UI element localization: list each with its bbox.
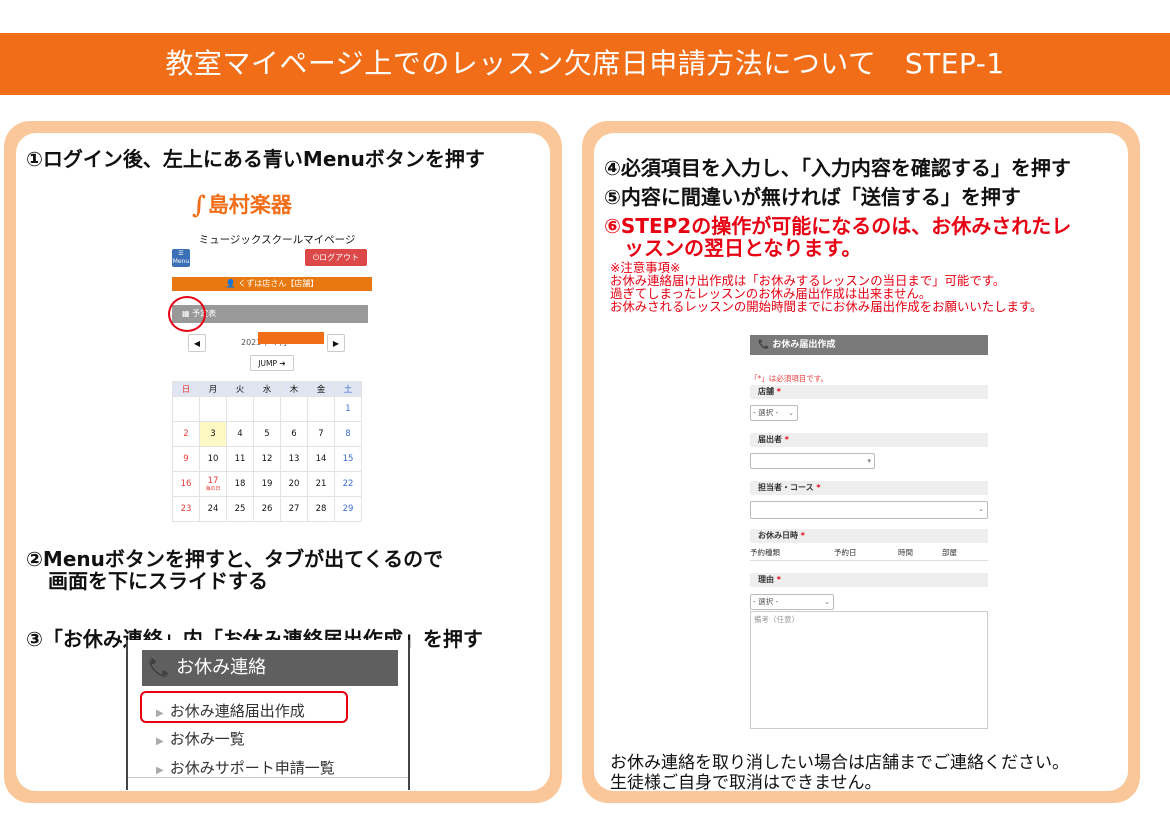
calendar-day[interactable]: 22 <box>334 471 362 497</box>
page-banner: 教室マイページ上でのレッスン欠席日申請方法について STEP-1 <box>0 33 1170 95</box>
calendar-day <box>280 396 308 422</box>
logo-text: 島村楽器 <box>207 193 292 217</box>
calendar: 日月火水木金土 1 2 3 4 5 6 7 8 9 10 11 12 13 14 15 16 17 海の日 18 19… <box>172 381 362 522</box>
logout-button[interactable]: ⏻ログアウト <box>305 249 367 266</box>
calendar-day[interactable]: 28 <box>307 496 335 522</box>
step5-text: ⑤内容に間違いが無ければ「送信する」を押す <box>604 185 1021 209</box>
step1-text: ①ログイン後、左上にある青いMenuボタンを押す <box>26 147 485 171</box>
calendar-day <box>199 396 227 422</box>
calendar-day <box>307 396 335 422</box>
calendar-weekday: 日 <box>172 381 200 397</box>
store-label: 店舗 * <box>750 385 988 399</box>
calendar-weekday: 木 <box>280 381 308 397</box>
calendar-day[interactable]: 11 <box>226 446 254 472</box>
calendar-day <box>226 396 254 422</box>
calendar-weekday: 金 <box>307 381 335 397</box>
step2-text: ②Menuボタンを押すと、タブが出てくるので 画面を下にスライドする <box>26 547 444 593</box>
teacher-course-label: 担当者・コース * <box>750 481 988 495</box>
left-panel: ①ログイン後、左上にある青いMenuボタンを押す ∫ 島村楽器 ミュージックスク… <box>4 121 562 803</box>
redaction-bar <box>258 332 324 344</box>
calendar-day[interactable]: 5 <box>253 421 281 447</box>
calendar-weekday: 火 <box>226 381 254 397</box>
calendar-day[interactable]: 9 <box>172 446 200 472</box>
phone-icon: 📞 <box>758 340 770 350</box>
step6-text: ⑥STEP2の操作が可能になるのは、お休みされたレ ッスンの翌日となります。 <box>604 214 1072 260</box>
calendar-day[interactable]: 15 <box>334 446 362 472</box>
calendar-day[interactable]: 19 <box>253 471 281 497</box>
caret-right-icon: ▶ <box>156 736 164 747</box>
calendar-day[interactable]: 4 <box>226 421 254 447</box>
store-select[interactable]: - 選択 - ⌄ <box>750 405 798 421</box>
menu-zoom: 📞 お休み連絡 ▶ お休み連絡届出作成 ▶ お休み一覧 ▶ お休みサポート申請一覧 <box>126 640 410 790</box>
footer-note: お休み連絡を取り消したい場合は店舗までご連絡ください。 生徒様ご自身で取消はでき… <box>610 753 1069 791</box>
calendar-day[interactable]: 17 海の日 <box>199 471 227 497</box>
required-note: 「*」は必須項目です。 <box>750 374 828 383</box>
logo-mark-icon: ∫ <box>192 189 206 219</box>
chevron-down-icon: ⌄ <box>788 409 794 417</box>
calendar-day[interactable]: 23 <box>172 496 200 522</box>
reason-label: 理由 * <box>750 573 988 587</box>
shimamura-logo: ∫ 島村楽器 <box>192 189 292 219</box>
step4-text: ④必須項目を入力し、「入力内容を確認する」を押す <box>604 156 1071 180</box>
right-panel: ④必須項目を入力し、「入力内容を確認する」を押す ⑤内容に間違いが無ければ「送信… <box>582 121 1140 803</box>
calendar-weekday: 土 <box>334 381 362 397</box>
chevron-down-icon: ▾ <box>867 457 871 465</box>
absence-datetime-label: お休み日時 * <box>750 529 988 543</box>
calendar-day[interactable]: 20 <box>280 471 308 497</box>
user-bar: 👤 くずは店さん【店舗】 <box>172 277 372 291</box>
calendar-day[interactable]: 3 <box>199 421 227 447</box>
calendar-day[interactable]: 2 <box>172 421 200 447</box>
calendar-day[interactable]: 8 <box>334 421 362 447</box>
hamburger-icon: ☰ <box>178 250 184 257</box>
notifier-select[interactable]: ▾ <box>750 453 875 469</box>
notes: ※注意事項※ お休み連絡届け出作成は「お休みするレッスンの当日まで」可能です。 … <box>610 260 1043 314</box>
calendar-day[interactable]: 6 <box>280 421 308 447</box>
remarks-textarea[interactable]: 備考（任意） <box>750 611 988 729</box>
calendar-day[interactable]: 29 <box>334 496 362 522</box>
absence-menu-header[interactable]: 📞 お休み連絡 <box>142 650 398 686</box>
user-icon: 👤 <box>225 279 236 288</box>
menu-highlight-circle <box>168 296 206 332</box>
calendar-day[interactable]: 18 <box>226 471 254 497</box>
calendar-day[interactable]: 25 <box>226 496 254 522</box>
menu-button[interactable]: ☰ Menu <box>172 249 190 267</box>
schedule-columns: 予約種類 予約日 時間 部屋 <box>750 547 988 561</box>
phone-icon: 📞 <box>148 657 171 678</box>
calendar-day <box>253 396 281 422</box>
left-panel-content: ①ログイン後、左上にある青いMenuボタンを押す ∫ 島村楽器 ミュージックスク… <box>16 133 550 791</box>
next-month-button[interactable]: ▶ <box>327 334 345 352</box>
highlight-box <box>140 691 348 723</box>
calendar-day[interactable]: 26 <box>253 496 281 522</box>
jump-button[interactable]: JUMP ➔ <box>250 355 294 371</box>
calendar-day[interactable]: 13 <box>280 446 308 472</box>
calendar-weekday: 水 <box>253 381 281 397</box>
calendar-day[interactable]: 10 <box>199 446 227 472</box>
notifier-label: 届出者 * <box>750 433 988 447</box>
chevron-down-icon: ⌄ <box>978 505 984 513</box>
calendar-day[interactable]: 12 <box>253 446 281 472</box>
calendar-day[interactable]: 24 <box>199 496 227 522</box>
mypage-title: ミュージックスクールマイページ <box>198 234 356 246</box>
teacher-course-select[interactable]: ⌄ <box>750 501 988 519</box>
prev-month-button[interactable]: ◀ <box>188 334 206 352</box>
form-header: 📞 お休み届出作成 <box>750 335 988 355</box>
right-panel-content: ④必須項目を入力し、「入力内容を確認する」を押す ⑤内容に間違いが無ければ「送信… <box>594 133 1128 791</box>
calendar-day <box>172 396 200 422</box>
calendar-day[interactable]: 7 <box>307 421 335 447</box>
reason-select[interactable]: - 選択 - ⌄ <box>750 594 834 610</box>
calendar-day[interactable]: 16 <box>172 471 200 497</box>
arrow-right-icon: ➔ <box>279 359 286 368</box>
menu-item-absence-list[interactable]: ▶ お休み一覧 <box>156 728 245 749</box>
calendar-day[interactable]: 14 <box>307 446 335 472</box>
absence-form: 📞 お休み届出作成 「*」は必須項目です。 店舗 * - 選択 - ⌄ 届出者 *… <box>750 335 990 741</box>
calendar-day[interactable]: 21 <box>307 471 335 497</box>
holiday-label: 海の日 <box>205 486 221 492</box>
calendar-day[interactable]: 1 <box>334 396 362 422</box>
chevron-down-icon: ⌄ <box>824 598 830 606</box>
calendar-day[interactable]: 27 <box>280 496 308 522</box>
menu-item-support-list[interactable]: ▶ お休みサポート申請一覧 <box>156 757 335 778</box>
calendar-weekday: 月 <box>199 381 227 397</box>
caret-right-icon: ▶ <box>156 765 164 776</box>
